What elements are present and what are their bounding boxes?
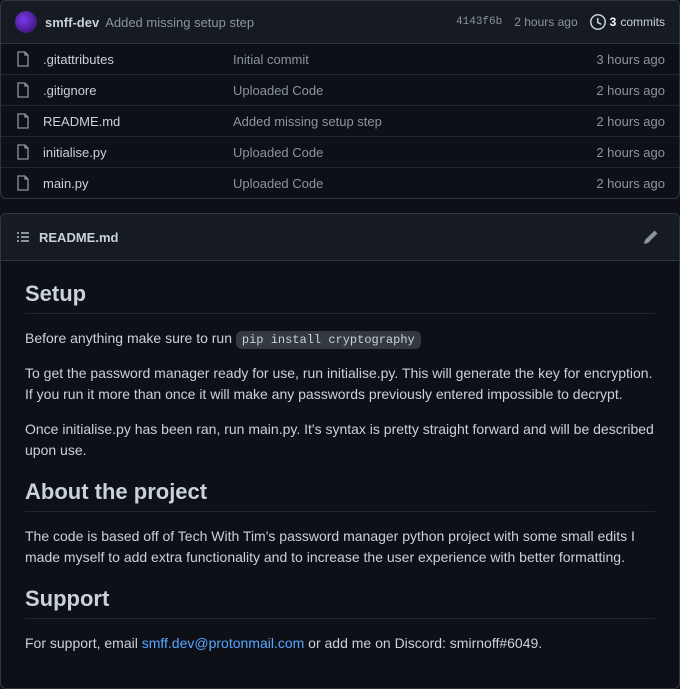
file-icon <box>15 51 31 67</box>
file-time: 2 hours ago <box>596 176 665 191</box>
readme-paragraph: The code is based off of Tech With Tim's… <box>25 526 655 568</box>
file-icon <box>15 113 31 129</box>
text: Before anything make sure to run <box>25 330 236 346</box>
latest-commit-bar: smff-dev Added missing setup step 4143f6… <box>1 1 679 44</box>
heading-support: Support <box>25 586 655 619</box>
commit-sha[interactable]: 4143f6b <box>456 16 502 28</box>
file-name-link[interactable]: .gitignore <box>43 83 233 98</box>
avatar[interactable] <box>15 11 37 33</box>
heading-setup: Setup <box>25 281 655 314</box>
file-time: 3 hours ago <box>596 52 665 67</box>
pencil-icon <box>643 229 659 245</box>
file-row: .gitattributesInitial commit3 hours ago <box>1 44 679 75</box>
file-list-box: smff-dev Added missing setup step 4143f6… <box>0 0 680 199</box>
file-row: .gitignoreUploaded Code2 hours ago <box>1 75 679 106</box>
file-name-link[interactable]: README.md <box>43 114 233 129</box>
commit-author[interactable]: smff-dev <box>45 15 99 30</box>
readme-paragraph: To get the password manager ready for us… <box>25 363 655 405</box>
file-time: 2 hours ago <box>596 145 665 160</box>
readme-header: README.md <box>0 213 680 261</box>
file-name-link[interactable]: initialise.py <box>43 145 233 160</box>
code-inline: pip install cryptography <box>236 331 421 349</box>
file-commit-msg[interactable]: Initial commit <box>233 52 596 67</box>
file-commit-msg[interactable]: Added missing setup step <box>233 114 596 129</box>
commit-message[interactable]: Added missing setup step <box>105 15 456 30</box>
commits-count: 3 <box>610 15 617 29</box>
readme-body: Setup Before anything make sure to run p… <box>0 261 680 689</box>
commits-label: commits <box>620 15 665 29</box>
text: or add me on Discord: smirnoff#6049. <box>304 635 542 651</box>
file-row: README.mdAdded missing setup step2 hours… <box>1 106 679 137</box>
history-icon <box>590 14 606 30</box>
file-time: 2 hours ago <box>596 114 665 129</box>
edit-readme-button[interactable] <box>637 223 665 251</box>
commit-time: 2 hours ago <box>514 15 577 29</box>
heading-about: About the project <box>25 479 655 512</box>
file-icon <box>15 175 31 191</box>
commits-link[interactable]: 3 commits <box>590 14 665 30</box>
file-time: 2 hours ago <box>596 83 665 98</box>
readme-paragraph: Before anything make sure to run pip ins… <box>25 328 655 349</box>
file-icon <box>15 144 31 160</box>
file-commit-msg[interactable]: Uploaded Code <box>233 145 596 160</box>
readme-paragraph: For support, email smff.dev@protonmail.c… <box>25 633 655 654</box>
file-row: initialise.pyUploaded Code2 hours ago <box>1 137 679 168</box>
text: For support, email <box>25 635 142 651</box>
readme-paragraph: Once initialise.py has been ran, run mai… <box>25 419 655 461</box>
file-icon <box>15 82 31 98</box>
file-name-link[interactable]: main.py <box>43 176 233 191</box>
file-row: main.pyUploaded Code2 hours ago <box>1 168 679 198</box>
readme-filename[interactable]: README.md <box>39 230 118 245</box>
list-icon[interactable] <box>15 229 31 245</box>
file-commit-msg[interactable]: Uploaded Code <box>233 83 596 98</box>
file-commit-msg[interactable]: Uploaded Code <box>233 176 596 191</box>
file-name-link[interactable]: .gitattributes <box>43 52 233 67</box>
support-email-link[interactable]: smff.dev@protonmail.com <box>142 635 305 651</box>
